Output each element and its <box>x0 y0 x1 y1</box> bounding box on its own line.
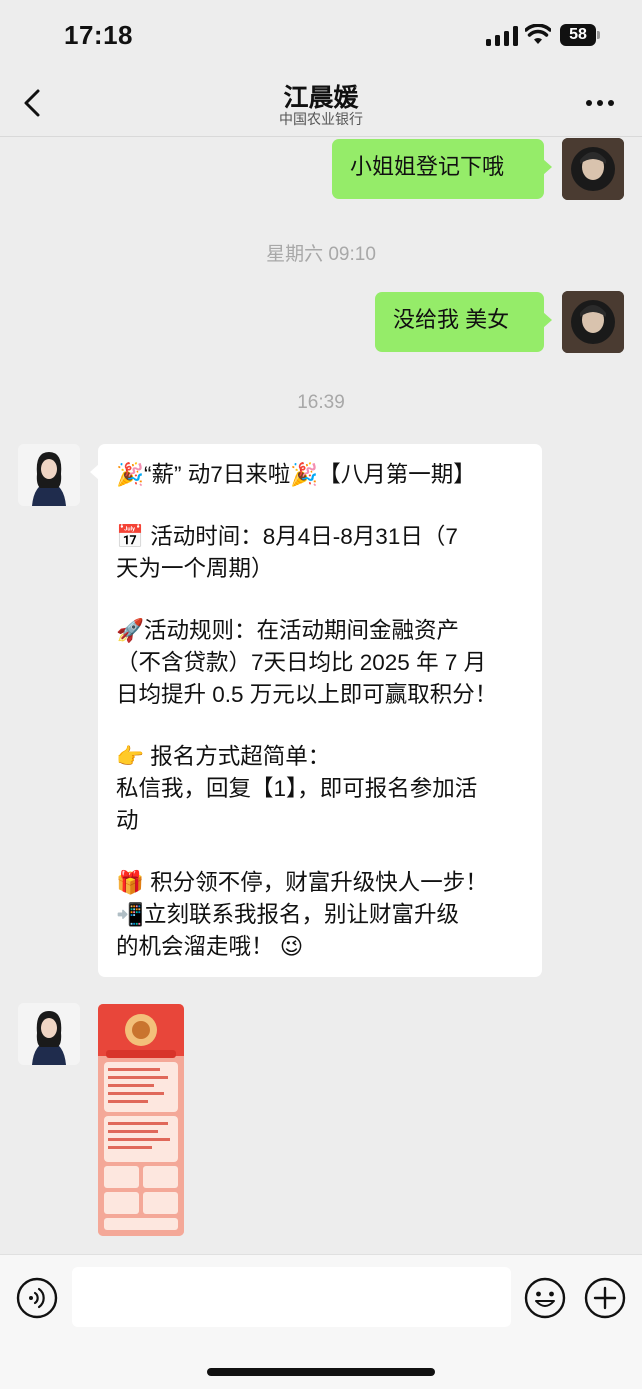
emoji-icon[interactable] <box>524 1277 566 1319</box>
status-time: 17:18 <box>64 20 133 50</box>
message-text: 没给我 美女 <box>393 307 510 332</box>
message-line: 动 <box>116 808 139 833</box>
message-line: 私信我，回复【1】，即可报名参加活 <box>116 776 478 801</box>
message-line: 🚀活动规则：在活动期间金融资产 <box>116 618 460 643</box>
image-message[interactable] <box>98 1004 184 1236</box>
avatar-image <box>562 138 624 200</box>
message-line: 🎁 积分领不停，财富升级快人一步！ <box>116 870 488 895</box>
message-line: 的机会溜走哦！ 😉 <box>116 934 304 959</box>
message-line: 日均提升 0.5 万元以上即可赢取积分！ <box>116 682 498 707</box>
message-line: 📅 活动时间：8月4日-8月31日（7 <box>116 524 458 549</box>
message-line: 👉 报名方式超简单： <box>116 744 331 769</box>
message-line: 天为一个周期） <box>116 556 274 581</box>
battery-icon: 58 <box>560 24 600 46</box>
plus-icon[interactable] <box>584 1277 626 1319</box>
more-icon[interactable] <box>580 90 620 116</box>
message-line: 🎉“薪” 动7日来啦🎉【八月第一期】 <box>116 462 476 487</box>
chat-subtitle: 中国农业银行 <box>279 111 363 127</box>
message-bubble-self[interactable]: 小姐姐登记下哦 <box>332 139 552 199</box>
voice-icon[interactable] <box>16 1277 58 1319</box>
battery-level: 58 <box>569 26 587 43</box>
message-line: （不含贷款）7天日均比 2025 年 7 月 <box>116 650 487 675</box>
signal-icon <box>486 26 518 46</box>
wifi-icon <box>525 24 551 44</box>
avatar-self[interactable] <box>562 138 624 200</box>
avatar-image <box>18 1003 80 1065</box>
status-bar: 17:18 58 <box>0 0 642 70</box>
avatar-self[interactable] <box>562 291 624 353</box>
message-text: 小姐姐登记下哦 <box>350 154 505 179</box>
avatar-contact[interactable] <box>18 1003 80 1065</box>
avatar-image <box>562 291 624 353</box>
chat-header: 江晨媛 中国农业银行 <box>0 70 642 137</box>
timestamp: 星期六 09:10 <box>266 244 376 265</box>
home-indicator[interactable] <box>207 1368 435 1376</box>
message-bubble-contact[interactable]: 🎉“薪” 动7日来啦🎉【八月第一期】 📅 活动时间：8月4日-8月31日（7 天… <box>90 444 542 977</box>
poster-thumbnail <box>98 1004 184 1236</box>
message-bubble-self[interactable]: 没给我 美女 <box>375 292 552 352</box>
timestamp: 16:39 <box>297 392 345 413</box>
avatar-image <box>18 444 80 506</box>
avatar-contact[interactable] <box>18 444 80 506</box>
message-input[interactable] <box>72 1267 511 1327</box>
message-line: 📲立刻联系我报名，别让财富升级 <box>116 902 460 927</box>
